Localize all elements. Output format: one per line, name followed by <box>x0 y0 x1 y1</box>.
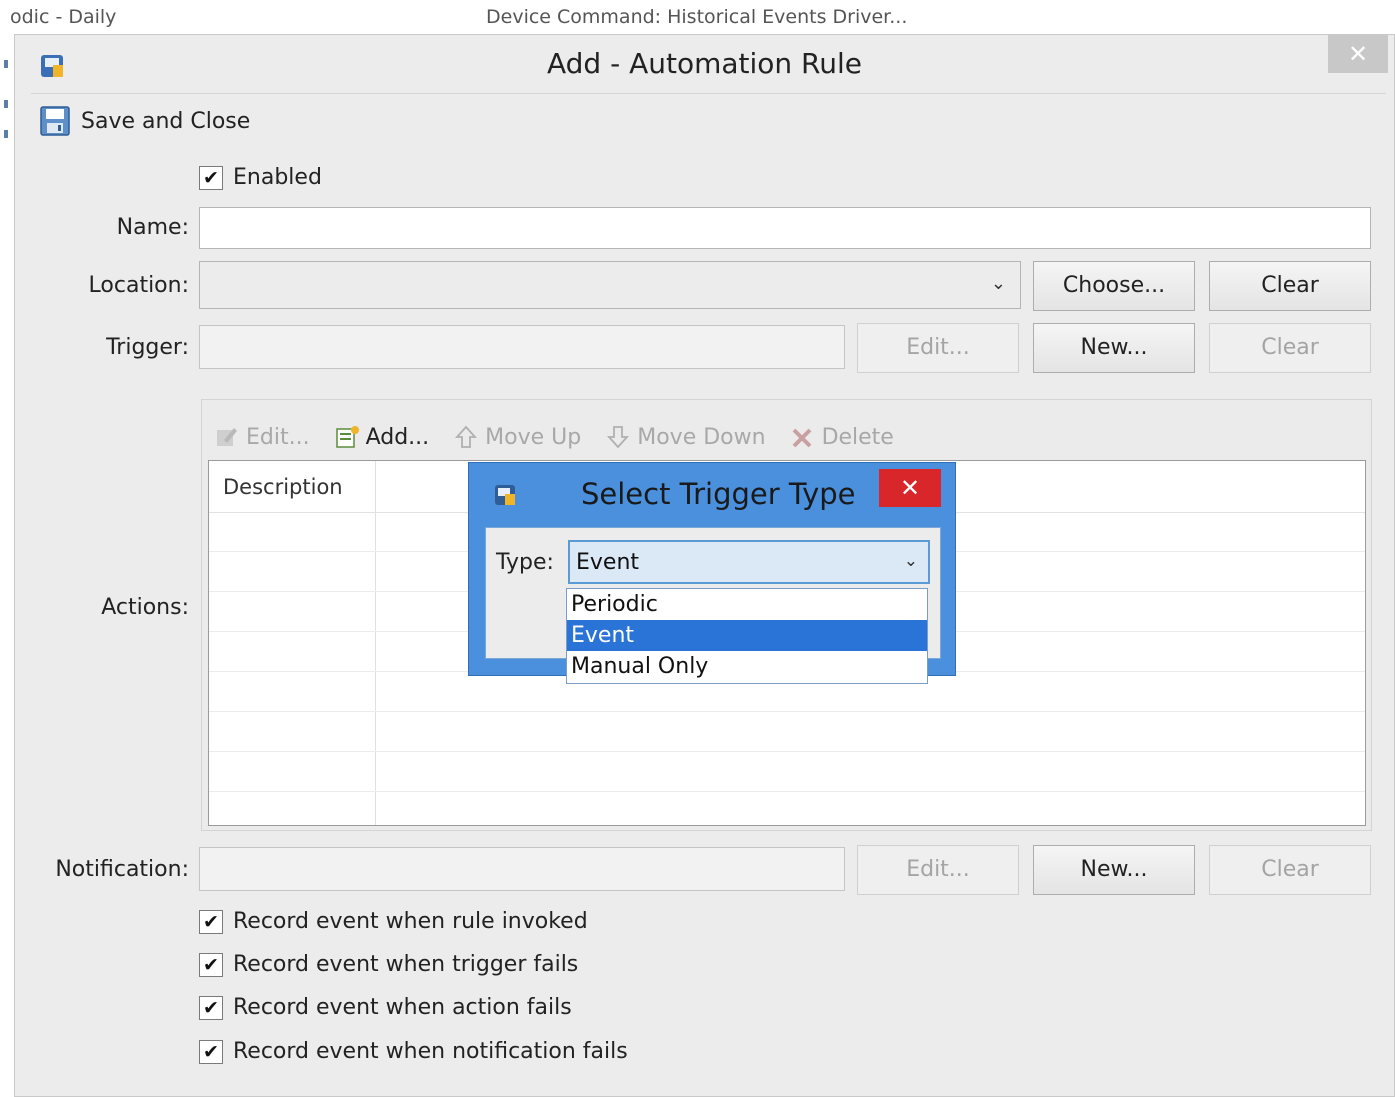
action-delete-label: Delete <box>821 424 894 450</box>
trigger-edit-button: Edit... <box>857 323 1019 373</box>
save-icon <box>40 106 70 136</box>
column-separator <box>375 461 376 825</box>
action-move-down-label: Move Down <box>637 424 766 450</box>
enabled-checkbox[interactable]: ✔ <box>199 165 223 190</box>
title-divider <box>31 93 1386 94</box>
type-select-value: Event <box>576 550 640 575</box>
grid-row-line <box>209 751 1365 752</box>
trigger-new-button[interactable]: New... <box>1033 323 1195 373</box>
action-delete-button: Delete <box>790 424 894 450</box>
action-add-button[interactable]: Add... <box>334 424 430 450</box>
type-option-manual-only[interactable]: Manual Only <box>567 651 927 682</box>
save-and-close-button[interactable]: Save and Close <box>39 103 250 139</box>
actions-toolbar: Edit... Add... Move Up Move Down Delete <box>214 420 918 454</box>
action-move-up-button: Move Up <box>453 424 581 450</box>
notification-label: Notification: <box>55 857 189 882</box>
notification-new-button[interactable]: New... <box>1033 845 1195 895</box>
type-dropdown-list: Periodic Event Manual Only <box>566 588 928 684</box>
dialog-app-icon <box>495 485 515 505</box>
notification-input <box>199 847 845 891</box>
column-header-description[interactable]: Description <box>223 475 343 499</box>
grid-row-line <box>209 791 1365 792</box>
record-notification-fails-checkbox[interactable]: ✔ <box>199 1039 223 1064</box>
edit-icon <box>217 428 237 446</box>
window-title: Add - Automation Rule <box>546 47 863 80</box>
record-notification-fails-label: Record event when notification fails <box>233 1039 628 1064</box>
window-titlebar[interactable]: Add - Automation Rule ✕ <box>15 35 1394 93</box>
record-rule-invoked-checkbox[interactable]: ✔ <box>199 909 223 934</box>
record-rule-invoked-row[interactable]: ✔ Record event when rule invoked <box>199 909 588 934</box>
save-and-close-label: Save and Close <box>81 108 251 134</box>
type-label: Type: <box>496 550 554 575</box>
action-add-label: Add... <box>365 424 430 450</box>
location-clear-button[interactable]: Clear <box>1209 261 1371 311</box>
background-marker <box>4 130 8 138</box>
background-marker <box>4 100 8 108</box>
action-move-down-button: Move Down <box>605 424 766 450</box>
enabled-checkbox-row[interactable]: ✔ Enabled <box>199 165 322 190</box>
background-left-edge <box>0 34 14 1097</box>
grid-row-line <box>209 711 1365 712</box>
record-action-fails-checkbox[interactable]: ✔ <box>199 995 223 1020</box>
delete-icon <box>792 428 811 448</box>
location-choose-button[interactable]: Choose... <box>1033 261 1195 311</box>
type-option-event[interactable]: Event <box>567 620 927 651</box>
type-select[interactable]: Event ⌄ <box>568 540 930 584</box>
action-move-up-label: Move Up <box>485 424 582 450</box>
record-action-fails-row[interactable]: ✔ Record event when action fails <box>199 995 572 1020</box>
dialog-close-button[interactable]: ✕ <box>879 469 941 507</box>
notification-edit-button: Edit... <box>857 845 1019 895</box>
name-input[interactable] <box>199 207 1371 249</box>
enabled-label: Enabled <box>233 165 322 190</box>
arrow-up-icon <box>455 425 478 448</box>
window-close-button[interactable]: ✕ <box>1328 35 1388 73</box>
record-notification-fails-row[interactable]: ✔ Record event when notification fails <box>199 1039 628 1064</box>
chevron-down-icon: ⌄ <box>903 551 918 571</box>
record-trigger-fails-checkbox[interactable]: ✔ <box>199 952 223 977</box>
name-label: Name: <box>116 215 189 240</box>
background-tab-text: odic - Daily <box>10 6 117 28</box>
action-edit-label: Edit... <box>246 424 310 450</box>
action-edit-button: Edit... <box>214 424 310 450</box>
trigger-input <box>199 325 845 369</box>
record-trigger-fails-row[interactable]: ✔ Record event when trigger fails <box>199 952 578 977</box>
record-rule-invoked-label: Record event when rule invoked <box>233 909 588 934</box>
trigger-clear-button: Clear <box>1209 323 1371 373</box>
location-select[interactable]: ⌄ <box>199 261 1021 309</box>
trigger-label: Trigger: <box>106 335 189 360</box>
actions-label: Actions: <box>101 595 189 620</box>
arrow-down-icon <box>607 426 630 449</box>
background-marker <box>4 60 8 68</box>
background-title-text: Device Command: Historical Events Driver… <box>486 6 908 28</box>
location-label: Location: <box>88 273 189 298</box>
dialog-title: Select Trigger Type <box>581 477 856 511</box>
add-icon <box>335 426 359 448</box>
chevron-down-icon: ⌄ <box>990 273 1006 294</box>
type-option-periodic[interactable]: Periodic <box>567 589 927 620</box>
record-action-fails-label: Record event when action fails <box>233 995 572 1020</box>
record-trigger-fails-label: Record event when trigger fails <box>233 952 579 977</box>
notification-clear-button: Clear <box>1209 845 1371 895</box>
background-window-strip: odic - Daily Device Command: Historical … <box>0 0 1395 34</box>
